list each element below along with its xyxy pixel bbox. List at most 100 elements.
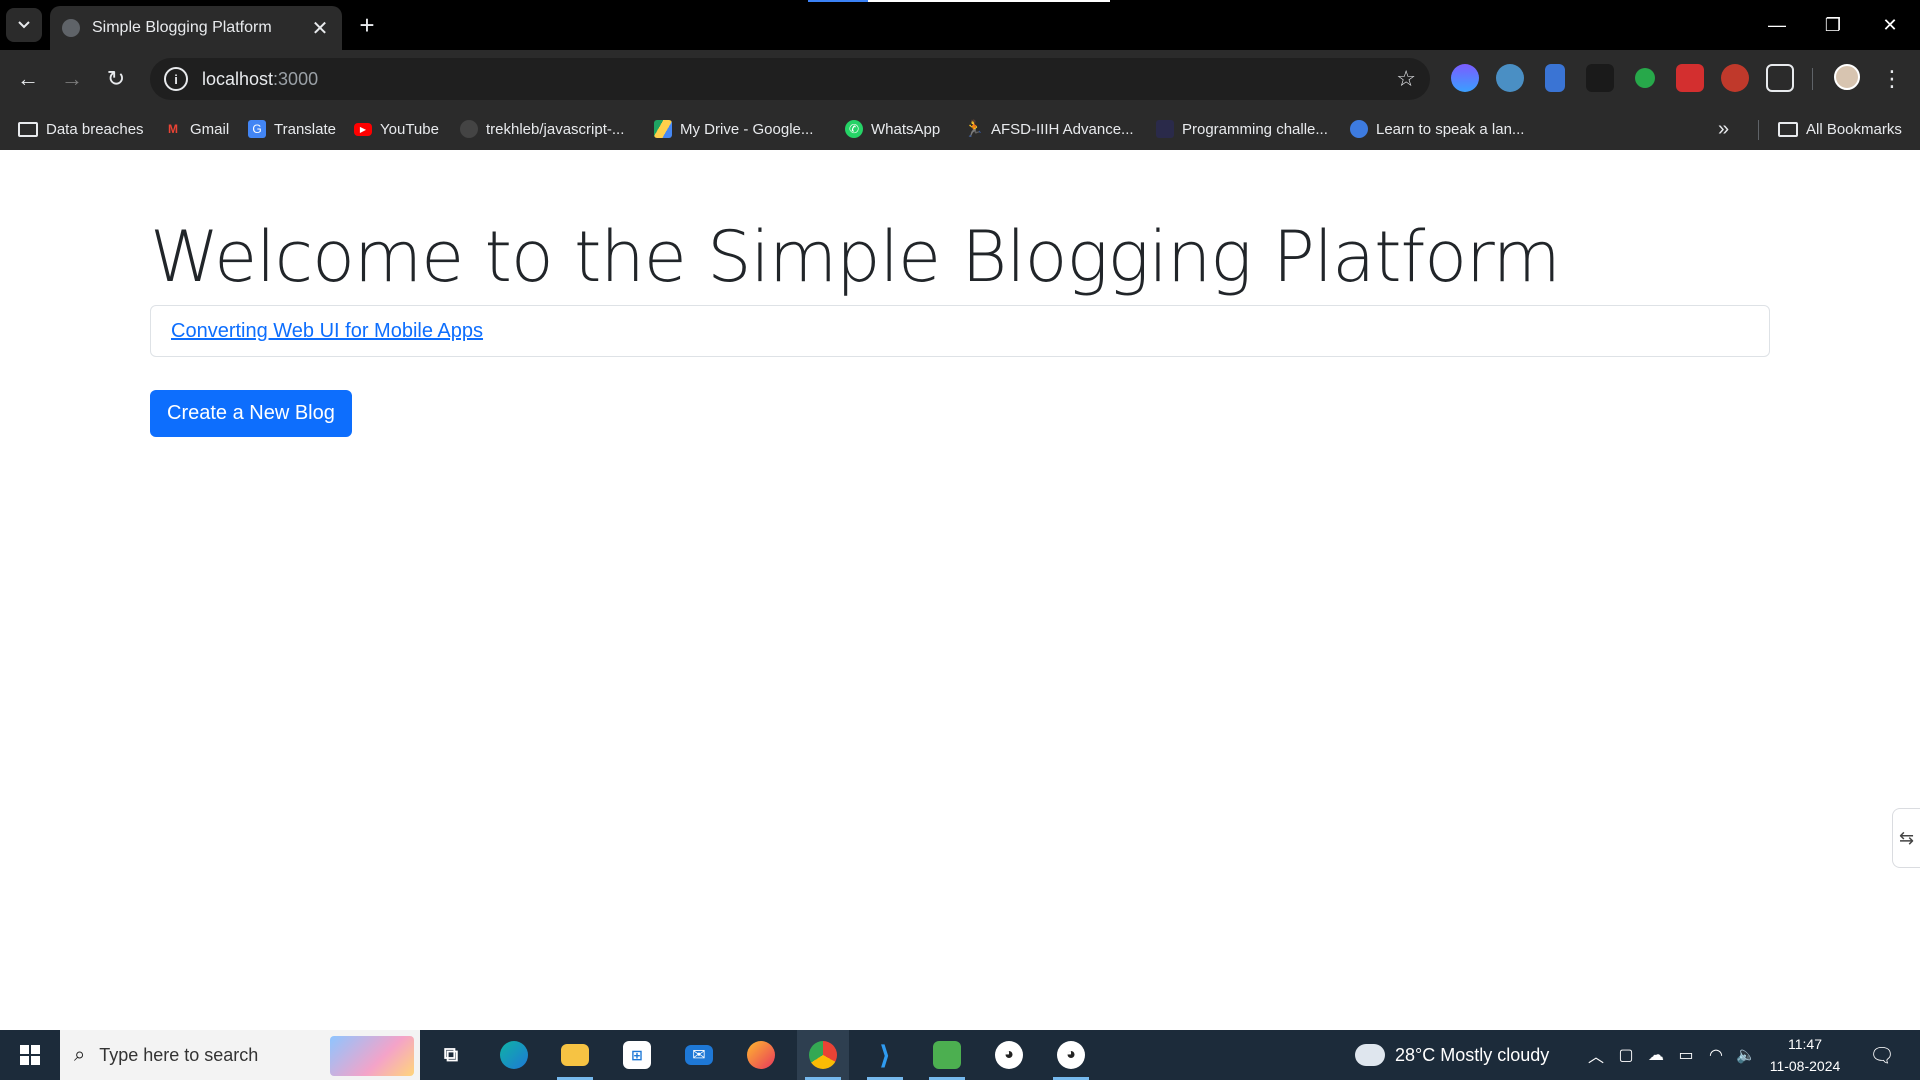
bookmark-star-icon[interactable]: ☆ bbox=[1396, 66, 1416, 92]
browser-toolbar: ← → ↻ i localhost:3000 ☆ ⋮ bbox=[0, 50, 1920, 108]
taskbar-chrome[interactable] bbox=[797, 1030, 849, 1080]
chrome-icon bbox=[809, 1041, 837, 1069]
window-close-button[interactable]: ✕ bbox=[1862, 6, 1918, 44]
search-highlight-image bbox=[330, 1036, 414, 1076]
tab-simple-blogging-platform[interactable]: Simple Blogging Platform ✕ bbox=[50, 6, 342, 50]
bookmark-data-breaches[interactable]: Data breaches bbox=[18, 108, 144, 150]
taskbar-edge[interactable] bbox=[488, 1030, 540, 1080]
new-tab-button[interactable]: + bbox=[352, 10, 382, 40]
bookmark-github-trekhleb[interactable]: trekhleb/javascript-... bbox=[460, 108, 624, 150]
sidebar-toggle-icon: ⇆ bbox=[1898, 827, 1915, 848]
taskbar-store[interactable]: ⊞ bbox=[611, 1030, 663, 1080]
profile-avatar[interactable] bbox=[1834, 64, 1860, 90]
extension-doc-icon[interactable] bbox=[1545, 64, 1565, 92]
forward-button[interactable]: → bbox=[52, 59, 92, 99]
firefox-icon bbox=[747, 1041, 775, 1069]
windows-taskbar: ⌕ Type here to search ⧉ ⊞ ✉ ⟩ ◕ ◕ 28°C M… bbox=[0, 1030, 1920, 1080]
reload-button[interactable]: ↻ bbox=[96, 59, 136, 99]
url-host: localhost bbox=[202, 68, 274, 89]
taskbar-clock[interactable]: 11:47 11-08-2024 bbox=[1765, 1033, 1845, 1077]
folder-icon bbox=[1778, 121, 1798, 137]
bookmark-learn-language[interactable]: Learn to speak a lan... bbox=[1350, 108, 1524, 150]
windows-logo-icon bbox=[20, 1045, 40, 1065]
taskbar-vscode[interactable]: ⟩ bbox=[859, 1030, 911, 1080]
site-info-icon[interactable]: i bbox=[164, 67, 188, 91]
back-button[interactable]: ← bbox=[8, 59, 48, 99]
bookmarks-bar: Data breaches M Gmail G Translate ▶ YouT… bbox=[0, 108, 1920, 150]
extension-adblock-icon[interactable] bbox=[1721, 64, 1749, 92]
extension-flame-icon[interactable] bbox=[1451, 64, 1479, 92]
weather-widget[interactable]: 28°C Mostly cloudy bbox=[1355, 1030, 1549, 1080]
vscode-icon: ⟩ bbox=[879, 1039, 891, 1070]
store-icon: ⊞ bbox=[623, 1041, 651, 1069]
address-bar[interactable]: i localhost:3000 ☆ bbox=[150, 58, 1430, 100]
task-view-button[interactable]: ⧉ bbox=[425, 1030, 477, 1080]
more-vertical-icon: ⋮ bbox=[1881, 66, 1903, 91]
globe-icon bbox=[62, 19, 80, 37]
notepad-icon bbox=[933, 1041, 961, 1069]
chevron-up-icon: ︿ bbox=[1587, 1049, 1604, 1066]
taskbar-file-explorer[interactable] bbox=[549, 1030, 601, 1080]
extension-green-icon[interactable] bbox=[1635, 68, 1655, 88]
clock-time: 11:47 bbox=[1788, 1036, 1822, 1052]
gmail-icon: M bbox=[168, 122, 178, 136]
search-icon: ⌕ bbox=[74, 1043, 86, 1066]
menu-button[interactable]: ⋮ bbox=[1872, 59, 1912, 99]
bookmark-gmail[interactable]: M Gmail bbox=[164, 108, 229, 150]
taskbar-app-panda-1[interactable]: ◕ bbox=[983, 1030, 1035, 1080]
extension-chat-icon[interactable] bbox=[1586, 64, 1614, 92]
taskbar-app-panda-2[interactable]: ◕ bbox=[1045, 1030, 1097, 1080]
taskbar-search-box[interactable]: ⌕ Type here to search bbox=[60, 1030, 420, 1080]
close-tab-icon[interactable]: ✕ bbox=[306, 14, 334, 42]
minimize-button[interactable]: — bbox=[1749, 6, 1805, 44]
tab-search-button[interactable] bbox=[6, 8, 42, 42]
taskbar-firefox[interactable] bbox=[735, 1030, 787, 1080]
url-port: :3000 bbox=[273, 68, 319, 89]
restore-button[interactable]: ❐ bbox=[1805, 6, 1861, 44]
runner-icon: 🏃 bbox=[964, 121, 984, 138]
cloudy-weather-icon bbox=[1355, 1038, 1385, 1066]
translate-icon: G bbox=[248, 120, 266, 138]
notification-icon: 🗨 bbox=[1869, 1044, 1895, 1067]
taskbar-search-placeholder: Type here to search bbox=[99, 1044, 259, 1065]
side-panel-toggle[interactable]: ⇆ bbox=[1892, 808, 1920, 868]
onedrive-icon[interactable]: ☁ bbox=[1642, 1030, 1670, 1080]
mail-icon: ✉ bbox=[685, 1045, 713, 1065]
page-title: Welcome to the Simple Blogging Platform bbox=[150, 216, 1561, 298]
bookmark-youtube[interactable]: ▶ YouTube bbox=[354, 108, 439, 150]
page-loading-bar bbox=[808, 0, 1110, 2]
blog-list: Converting Web UI for Mobile Apps bbox=[150, 305, 1770, 357]
show-hidden-icons-button[interactable]: ︿ bbox=[1582, 1030, 1610, 1080]
start-button[interactable] bbox=[0, 1030, 60, 1080]
bookmark-afsd[interactable]: 🏃 AFSD-IIIH Advance... bbox=[964, 108, 1134, 150]
bookmark-translate[interactable]: G Translate bbox=[248, 108, 336, 150]
whatsapp-icon: ✆ bbox=[845, 120, 863, 138]
notification-center-button[interactable]: 🗨 bbox=[1862, 1030, 1902, 1080]
bookmark-google-drive[interactable]: My Drive - Google... bbox=[654, 108, 813, 150]
edge-icon bbox=[500, 1041, 528, 1069]
create-blog-button[interactable]: Create a New Blog bbox=[150, 390, 352, 437]
wifi-icon[interactable]: ◠ bbox=[1702, 1030, 1730, 1080]
weather-text: 28°C Mostly cloudy bbox=[1395, 1044, 1550, 1065]
taskbar-mail[interactable]: ✉ bbox=[673, 1030, 725, 1080]
code-icon bbox=[1156, 120, 1174, 138]
folder-icon bbox=[18, 121, 38, 137]
volume-icon[interactable]: 🔈 bbox=[1732, 1030, 1760, 1080]
all-bookmarks-button[interactable]: All Bookmarks bbox=[1778, 108, 1902, 150]
bookmark-whatsapp[interactable]: ✆ WhatsApp bbox=[845, 108, 940, 150]
youtube-icon: ▶ bbox=[354, 122, 372, 136]
browser-tabstrip: Simple Blogging Platform ✕ + — ❐ ✕ bbox=[0, 0, 1920, 50]
reload-icon: ↻ bbox=[106, 66, 126, 91]
extensions-puzzle-icon[interactable] bbox=[1766, 64, 1794, 92]
battery-icon[interactable]: ▭ bbox=[1672, 1030, 1700, 1080]
extension-clock-icon[interactable] bbox=[1496, 64, 1524, 92]
panda-icon: ◕ bbox=[995, 1041, 1023, 1069]
extension-red-icon[interactable] bbox=[1676, 64, 1704, 92]
taskbar-notepad-app[interactable] bbox=[921, 1030, 973, 1080]
panda-icon: ◕ bbox=[1057, 1041, 1085, 1069]
drive-icon bbox=[654, 120, 672, 138]
meet-now-icon[interactable]: ▢ bbox=[1612, 1030, 1640, 1080]
bookmarks-overflow-button[interactable]: » bbox=[1718, 108, 1729, 150]
bookmark-programming-challenges[interactable]: Programming challe... bbox=[1156, 108, 1328, 150]
blog-link[interactable]: Converting Web UI for Mobile Apps bbox=[171, 320, 483, 343]
